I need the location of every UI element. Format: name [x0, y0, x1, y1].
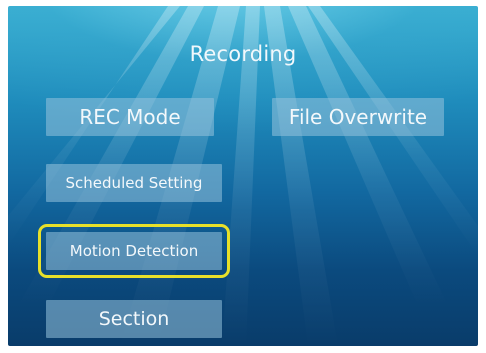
scheduled-setting-button[interactable]: Scheduled Setting — [46, 164, 222, 202]
motion-detection-button[interactable]: Motion Detection — [46, 232, 222, 270]
section-button[interactable]: Section — [46, 300, 222, 338]
recording-menu-screen: Recording REC Mode File Overwrite Schedu… — [8, 6, 478, 346]
rec-mode-button[interactable]: REC Mode — [46, 98, 214, 136]
file-overwrite-button[interactable]: File Overwrite — [272, 98, 444, 136]
page-title: Recording — [189, 42, 297, 66]
